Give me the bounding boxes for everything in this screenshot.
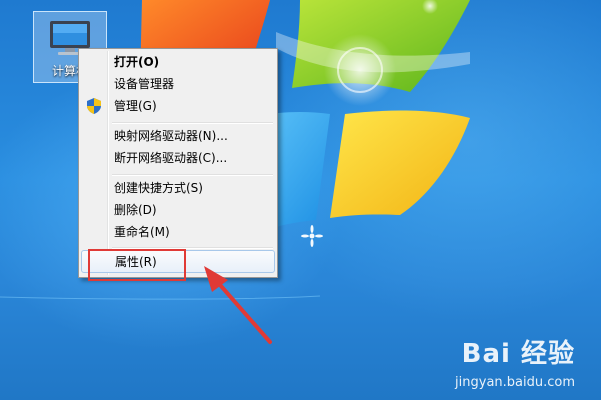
watermark-brand: Bai 经验 xyxy=(461,339,575,369)
watermark-url: jingyan.baidu.com xyxy=(455,375,575,390)
